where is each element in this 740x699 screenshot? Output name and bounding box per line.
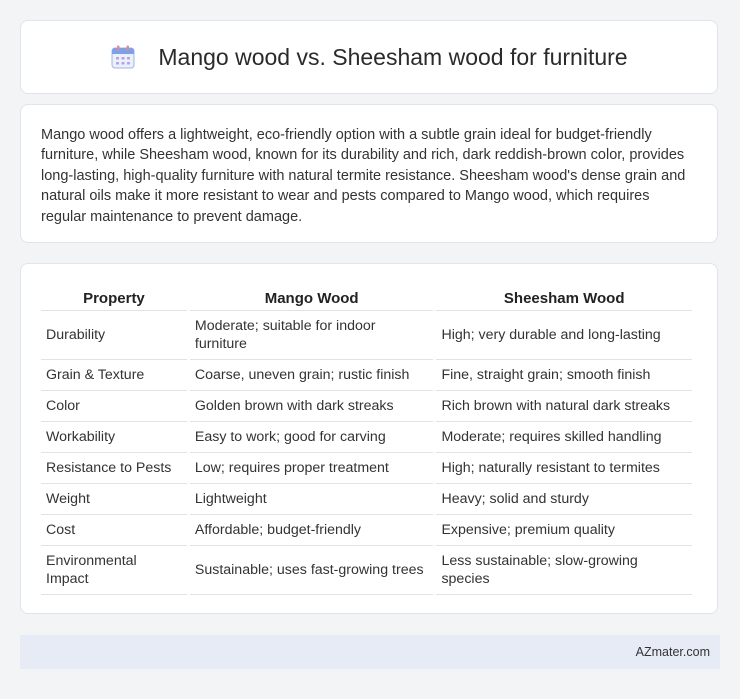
- table-cell-sheesham: Heavy; solid and sturdy: [436, 484, 692, 515]
- table-row: Environmental Impact Sustainable; uses f…: [41, 546, 692, 595]
- table-cell-sheesham: Fine, straight grain; smooth finish: [436, 360, 692, 391]
- table-cell-sheesham: Less sustainable; slow-growing species: [436, 546, 692, 595]
- table-cell-mango: Low; requires proper treatment: [189, 453, 434, 484]
- footer: AZmater.com: [20, 635, 720, 669]
- table-cell-mango: Moderate; suitable for indoor furniture: [189, 311, 434, 360]
- table-row: Resistance to Pests Low; requires proper…: [41, 453, 692, 484]
- table-cell-property: Durability: [41, 311, 187, 360]
- table-row: Cost Affordable; budget-friendly Expensi…: [41, 515, 692, 546]
- table-cell-sheesham: Expensive; premium quality: [436, 515, 692, 546]
- footer-site-link[interactable]: AZmater.com: [636, 645, 710, 659]
- table-cell-sheesham: High; very durable and long-lasting: [436, 311, 692, 360]
- summary-paragraph: Mango wood offers a lightweight, eco-fri…: [41, 127, 686, 225]
- calendar-icon: [110, 44, 136, 70]
- table-cell-sheesham: Rich brown with natural dark streaks: [436, 391, 692, 422]
- header-property: Property: [41, 284, 187, 311]
- table-row: Weight Lightweight Heavy; solid and stur…: [41, 484, 692, 515]
- table-cell-property: Color: [41, 391, 187, 422]
- table-cell-mango: Lightweight: [189, 484, 434, 515]
- table-cell-mango: Golden brown with dark streaks: [189, 391, 434, 422]
- header-sheesham-wood: Sheesham Wood: [436, 284, 692, 311]
- page: Mango wood vs. Sheesham wood for furnitu…: [0, 0, 740, 699]
- table-row: Workability Easy to work; good for carvi…: [41, 422, 692, 453]
- table-cell-mango: Sustainable; uses fast-growing trees: [189, 546, 434, 595]
- table-cell-mango: Coarse, uneven grain; rustic finish: [189, 360, 434, 391]
- table-cell-property: Grain & Texture: [41, 360, 187, 391]
- table-cell-mango: Affordable; budget-friendly: [189, 515, 434, 546]
- comparison-table-card: Property Mango Wood Sheesham Wood Durabi…: [20, 263, 718, 614]
- page-title: Mango wood vs. Sheesham wood for furnitu…: [158, 43, 628, 70]
- table-row: Color Golden brown with dark streaks Ric…: [41, 391, 692, 422]
- header-mango-wood: Mango Wood: [189, 284, 434, 311]
- table-cell-sheesham: High; naturally resistant to termites: [436, 453, 692, 484]
- table-row: Grain & Texture Coarse, uneven grain; ru…: [41, 360, 692, 391]
- comparison-table: Property Mango Wood Sheesham Wood Durabi…: [38, 284, 695, 595]
- table-cell-property: Weight: [41, 484, 187, 515]
- table-header-row: Property Mango Wood Sheesham Wood: [41, 284, 692, 311]
- table-cell-property: Resistance to Pests: [41, 453, 187, 484]
- table-cell-mango: Easy to work; good for carving: [189, 422, 434, 453]
- title-card: Mango wood vs. Sheesham wood for furnitu…: [20, 20, 718, 94]
- table-cell-property: Environmental Impact: [41, 546, 187, 595]
- table-cell-sheesham: Moderate; requires skilled handling: [436, 422, 692, 453]
- table-row: Durability Moderate; suitable for indoor…: [41, 311, 692, 360]
- summary-card: Mango wood offers a lightweight, eco-fri…: [20, 104, 718, 243]
- table-cell-property: Cost: [41, 515, 187, 546]
- table-cell-property: Workability: [41, 422, 187, 453]
